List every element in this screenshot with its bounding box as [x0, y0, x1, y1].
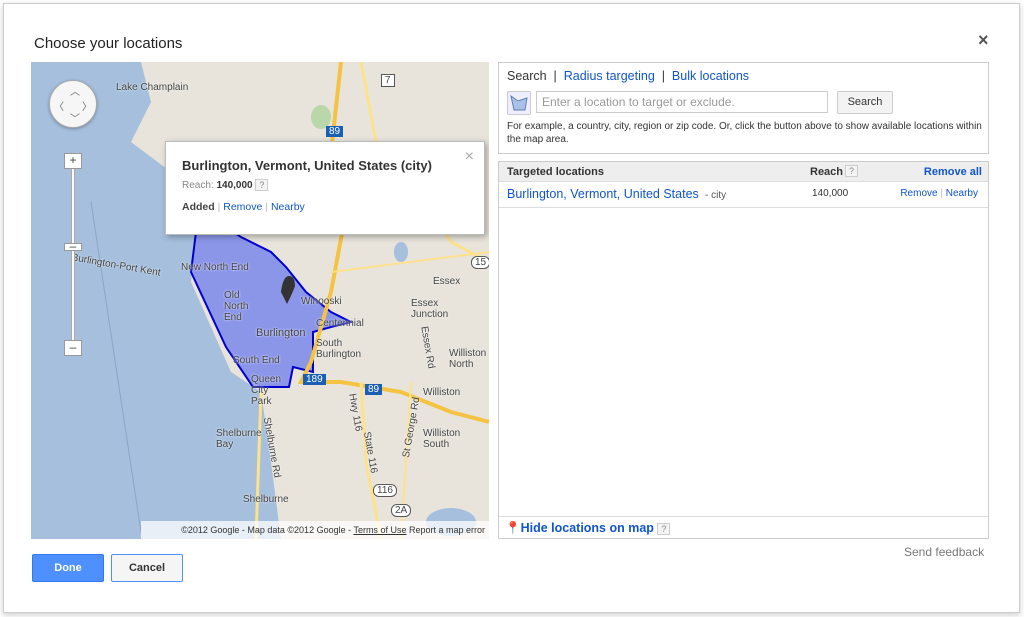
tab-radius-targeting[interactable]: Radius targeting [564, 69, 655, 83]
search-hint: For example, a country, city, region or … [507, 121, 982, 145]
map-attribution: ©2012 Google - Map data ©2012 Google - T… [141, 521, 489, 539]
pan-down-icon[interactable]: ﹀ [70, 110, 80, 125]
map-label: South Burlington [316, 338, 362, 360]
map-label: Williston [423, 387, 461, 398]
report-error-link[interactable]: Report a map error [409, 525, 485, 535]
map-label: Centennial [316, 318, 364, 329]
column-header-reach: Reach [810, 166, 844, 178]
remove-all-link[interactable]: Remove all [924, 166, 982, 178]
location-name-link[interactable]: Burlington, Vermont, United States [507, 187, 699, 201]
popup-remove-link[interactable]: Remove [223, 201, 262, 213]
row-remove-link[interactable]: Remove [900, 188, 937, 199]
route-shield: 7 [381, 74, 395, 87]
map-label: Williston North [449, 348, 487, 370]
reach-value: 140,000 [216, 180, 253, 191]
map-label: Lake Champlain [116, 82, 189, 93]
column-header-location: Targeted locations [507, 166, 604, 178]
help-icon[interactable]: ? [255, 179, 269, 191]
map-label: Old North End [224, 290, 249, 323]
location-type: - city [705, 190, 727, 201]
route-shield: 2A [391, 504, 412, 517]
location-info-window: × Burlington, Vermont, United States (ci… [165, 141, 485, 235]
map-label: Williston South [423, 428, 461, 450]
added-status: Added [182, 201, 215, 213]
terms-link[interactable]: Terms of Use [353, 525, 406, 535]
pan-left-icon[interactable]: 〈 [54, 98, 64, 113]
copyright-text: ©2012 Google - Map data ©2012 Google - [181, 525, 354, 535]
map-label: South End [233, 355, 280, 366]
popup-nearby-link[interactable]: Nearby [271, 201, 305, 213]
cancel-button[interactable]: Cancel [111, 554, 183, 582]
map[interactable]: Lake Champlain New North End Old North E… [31, 62, 489, 539]
popup-close-icon[interactable]: × [465, 148, 474, 166]
done-button[interactable]: Done [32, 554, 104, 582]
map-label: Burlington [256, 327, 306, 339]
pin-icon: 📍 [505, 521, 521, 535]
reach-label: Reach: [182, 180, 214, 191]
location-search-input[interactable]: Enter a location to target or exclude. [536, 91, 828, 113]
pan-control[interactable]: ︿ ﹀ 〈 〉 [49, 80, 97, 128]
row-nearby-link[interactable]: Nearby [946, 188, 978, 199]
map-label: Winooski [301, 296, 342, 307]
map-label: Shelburne [243, 494, 289, 505]
send-feedback-link[interactable]: Send feedback [904, 545, 984, 559]
help-icon[interactable]: ? [657, 523, 671, 535]
route-shield: 15 [471, 256, 489, 269]
pan-up-icon[interactable]: ︿ [70, 83, 80, 98]
route-shield: 189 [303, 374, 326, 385]
search-button[interactable]: Search [837, 91, 893, 114]
show-locations-map-button[interactable] [507, 91, 531, 115]
popup-title: Burlington, Vermont, United States (city… [182, 158, 432, 173]
map-label: Essex [433, 276, 461, 287]
table-row: Burlington, Vermont, United States - cit… [499, 182, 988, 208]
map-label: Essex Junction [411, 298, 449, 320]
route-shield: 89 [326, 126, 344, 137]
map-label: Shelburne Bay [216, 428, 262, 450]
zoom-out-icon[interactable]: – [64, 340, 82, 356]
route-shield: 89 [365, 384, 383, 395]
search-panel: Search | Radius targeting | Bulk locatio… [498, 62, 989, 154]
tab-search[interactable]: Search [507, 69, 547, 83]
dialog-title: Choose your locations [34, 35, 183, 52]
route-shield: 116 [373, 484, 397, 497]
close-icon[interactable]: × [978, 30, 989, 51]
targeted-locations-table: Targeted locations Reach ? Remove all Bu… [498, 161, 989, 539]
help-icon[interactable]: ? [845, 165, 859, 177]
location-reach: 140,000 [812, 188, 849, 199]
map-label: New North End [181, 262, 249, 273]
hide-locations-link[interactable]: Hide locations on map [521, 521, 654, 535]
zoom-in-icon[interactable]: + [64, 153, 82, 169]
tab-bulk-locations[interactable]: Bulk locations [672, 69, 749, 83]
map-icon [510, 94, 528, 111]
zoom-slider-handle[interactable]: – [64, 240, 82, 252]
map-label: Queen City Park [251, 374, 282, 407]
pan-right-icon[interactable]: 〉 [82, 98, 92, 113]
